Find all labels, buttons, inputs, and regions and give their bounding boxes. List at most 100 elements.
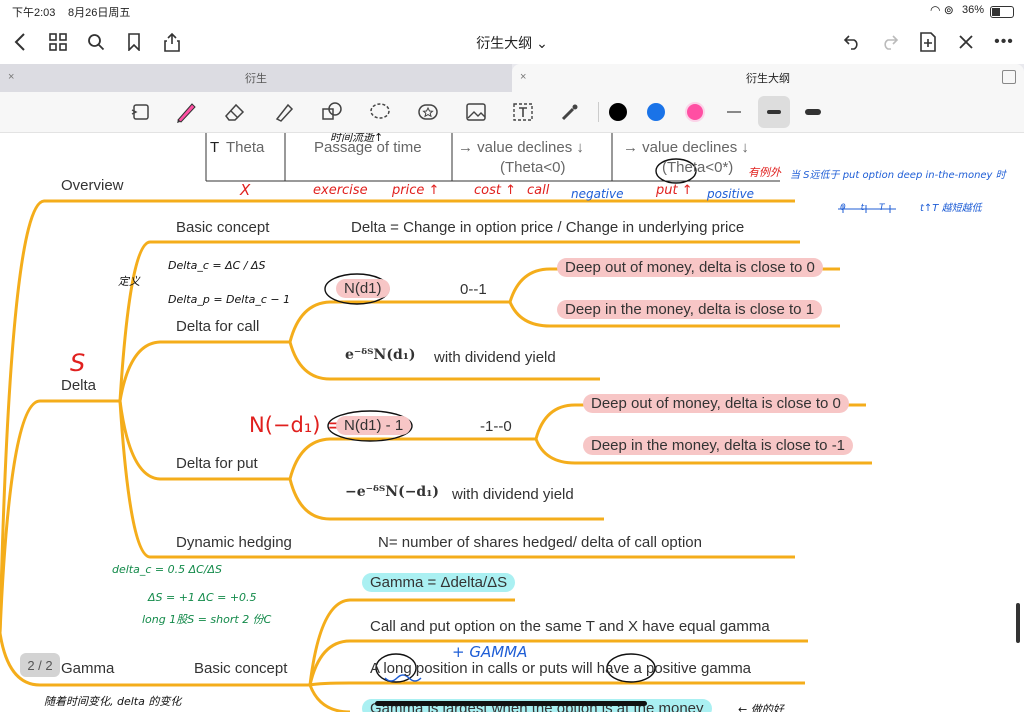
passage-of-time: Passage of time (314, 139, 422, 156)
annotation-delta-p: Delta_p = Delta_c − 1 (168, 293, 291, 306)
redo-icon[interactable] (878, 30, 902, 54)
theta-label: Theta (226, 139, 265, 156)
annotation-exception: 有例外 (748, 166, 781, 179)
node-dynamic-hedging[interactable]: Dynamic hedging (176, 534, 292, 551)
call-deep-itm[interactable]: Deep in the money, delta is close to 1 (557, 300, 823, 319)
node-delta-for-put[interactable]: Delta for put (176, 455, 258, 472)
annotation-right-bottom: ← 做的好 (738, 703, 784, 712)
lasso-icon[interactable] (366, 98, 394, 126)
annotation-negative: negative (571, 187, 624, 201)
annotation-positive: positive (707, 187, 755, 201)
annotation-green-delta: delta_c = 0.5 ΔC/ΔS (112, 563, 223, 576)
tab-close-icon[interactable]: × (520, 71, 526, 83)
node-delta[interactable]: Delta (61, 377, 96, 394)
undo-icon[interactable] (840, 30, 864, 54)
app-chrome: 下午2:03 8月26日周五 ◠ ⊚ 36% 衍生大纲 ⌄ ••• × 衍生 ×… (0, 0, 1024, 133)
add-page-icon[interactable] (916, 30, 940, 54)
put-delta-range[interactable]: -1--0 (480, 418, 512, 435)
call-delta-range[interactable]: 0--1 (460, 281, 487, 298)
status-time: 下午2:03 (12, 7, 56, 19)
shapes-icon[interactable] (318, 98, 346, 126)
highlighter-icon[interactable] (270, 98, 298, 126)
call-theta-sign: (Theta<0) (500, 159, 566, 176)
node-gamma-basic-concept[interactable]: Basic concept (194, 660, 287, 677)
status-date: 8月26日周五 (68, 7, 131, 19)
node-overview[interactable]: Overview (61, 177, 124, 194)
read-mode-icon[interactable] (127, 98, 155, 126)
close-tools-icon[interactable] (954, 30, 978, 54)
text-box-icon[interactable] (509, 98, 537, 126)
grid-icon[interactable] (46, 30, 70, 54)
annotation-s: S (70, 349, 86, 377)
annotation-exercise: exercise (313, 183, 368, 198)
stroke-thin-option[interactable] (720, 98, 748, 126)
put-deep-otm[interactable]: Deep out of money, delta is close to 0 (583, 394, 849, 413)
put-dividend-formula[interactable]: −e⁻ᵟᵀN(−d₁) (345, 484, 439, 500)
gamma-positive[interactable]: A long position in calls or puts will ha… (370, 660, 751, 677)
put-theta-sign: (Theta<0*) (662, 159, 734, 176)
status-bar: 下午2:03 8月26日周五 ◠ ⊚ 36% (0, 0, 1024, 22)
annotation-timeline: 0 t T (840, 203, 891, 213)
bookmark-icon[interactable] (122, 30, 146, 54)
gamma-definition[interactable]: Gamma = Δdelta/ΔS (362, 573, 516, 592)
nav-bar: 衍生大纲 ⌄ ••• (0, 22, 1024, 64)
tab-close-icon[interactable]: × (8, 71, 14, 83)
annotation-time-lower: t↑T 越短越低 (920, 203, 982, 214)
stroke-thick-option[interactable] (799, 98, 827, 126)
more-icon[interactable]: ••• (992, 30, 1016, 54)
split-view-icon[interactable] (1002, 70, 1016, 84)
tab-derivatives[interactable]: × 衍生 (0, 64, 512, 92)
theta-prefix: T (210, 139, 220, 156)
wifi-icon: ◠ ⊚ (930, 3, 954, 17)
node-nd1[interactable]: N(d1) (336, 279, 390, 298)
document-title[interactable]: 衍生大纲 ⌄ (452, 33, 572, 53)
note-canvas[interactable]: T Theta 时间流逝↑ Passage of time → value de… (0, 133, 1024, 712)
annotation-delta-c: Delta_c = ΔC / ΔS (168, 259, 266, 272)
back-icon[interactable] (8, 30, 32, 54)
eraser-icon[interactable] (221, 98, 249, 126)
annotation-price: price ↑ (392, 183, 440, 198)
scrollbar[interactable] (1016, 603, 1020, 643)
call-dividend-label[interactable]: with dividend yield (434, 349, 556, 366)
toolbar-divider (598, 102, 599, 122)
annotation-call: call (527, 183, 550, 198)
share-icon[interactable] (160, 30, 184, 54)
battery-percent: 36% (962, 4, 985, 16)
call-dividend-formula[interactable]: e⁻ᵟᵀN(d₁) (345, 347, 416, 363)
put-theta-text: → value declines ↓ (623, 139, 749, 156)
annotation-green-hedge: long 1股S = short 2 份C (142, 613, 272, 626)
image-icon[interactable] (462, 98, 490, 126)
tab-label: 衍生大纲 (746, 73, 790, 85)
node-gamma[interactable]: Gamma (61, 660, 114, 677)
stroke-medium-option[interactable] (758, 96, 790, 128)
annotation-cost: cost ↑ (474, 183, 516, 198)
gamma-equal[interactable]: Call and put option on the same T and X … (370, 618, 770, 635)
node-basic-concept[interactable]: Basic concept (176, 219, 269, 236)
search-icon[interactable] (84, 30, 108, 54)
node-delta-for-call[interactable]: Delta for call (176, 318, 259, 335)
dynamic-hedging-text[interactable]: N= number of shares hedged/ delta of cal… (378, 534, 702, 551)
color-black-swatch[interactable] (604, 98, 632, 126)
annotation-n-minus-d1: N(−d₁) = (249, 413, 345, 437)
annotation-x: X (240, 181, 251, 199)
sticker-icon[interactable] (414, 98, 442, 126)
annotation-bottom-note: 随着时间变化, delta 的变化 (44, 695, 182, 708)
page-indicator: 2 / 2 (20, 653, 60, 677)
annotation-definition: 定义 (118, 275, 140, 288)
battery-icon (990, 6, 1014, 18)
put-dividend-label[interactable]: with dividend yield (452, 486, 574, 503)
call-deep-otm[interactable]: Deep out of money, delta is close to 0 (557, 258, 823, 277)
color-pink-swatch[interactable] (681, 98, 709, 126)
pen-icon[interactable] (172, 98, 200, 126)
drawing-toolbar (0, 92, 1024, 133)
tab-derivatives-outline[interactable]: × 衍生大纲 (512, 64, 1024, 92)
laser-pointer-icon[interactable] (556, 98, 584, 126)
annotation-deep-itm: 当 S远低于 put option deep in-the-money 时 (790, 170, 1006, 181)
node-nd1-minus-1[interactable]: N(d1) - 1 (336, 416, 412, 435)
basic-concept-text[interactable]: Delta = Change in option price / Change … (351, 219, 744, 236)
color-blue-swatch[interactable] (642, 98, 670, 126)
put-deep-itm[interactable]: Deep in the money, delta is close to -1 (583, 436, 854, 455)
annotation-put: put ↑ (656, 183, 693, 198)
home-indicator (375, 701, 647, 706)
tab-label: 衍生 (245, 73, 267, 85)
